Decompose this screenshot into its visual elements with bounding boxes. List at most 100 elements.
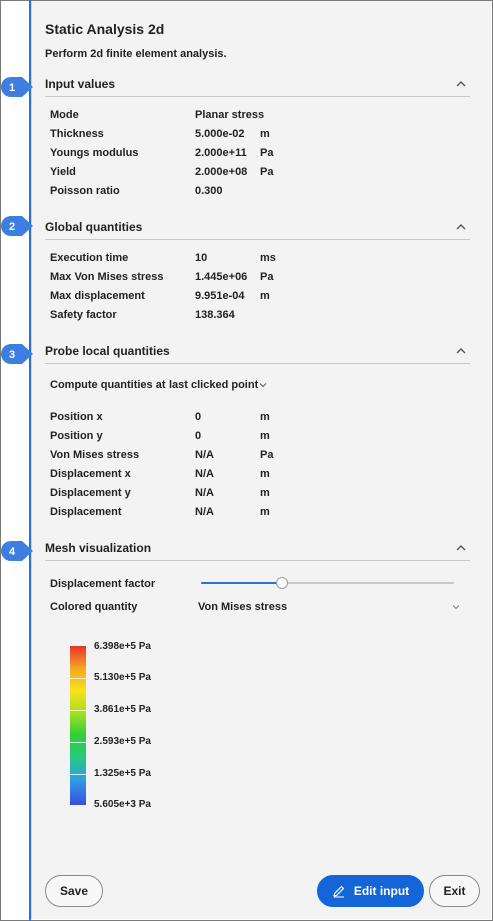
row-label: Displacement y [50,487,131,499]
callout-badge-4: 4 [1,541,33,561]
section-header-mesh-visualization[interactable]: Mesh visualization [45,539,470,561]
row-unit: m [260,290,270,302]
edit-input-button[interactable]: Edit input [317,875,424,907]
chevron-up-icon[interactable] [454,344,468,358]
row-label: Youngs modulus [50,147,139,159]
row-unit: Pa [260,147,274,159]
section-header-input-values[interactable]: Input values [45,75,470,97]
displacement-factor-row: Displacement factor [50,578,470,594]
chevron-up-icon[interactable] [454,220,468,234]
pencil-icon [333,885,344,898]
colored-quantity-label: Colored quantity [50,601,138,613]
page-title: Static Analysis 2d [45,21,165,37]
row-label: Position x [50,411,103,423]
row-unit: Pa [260,449,274,461]
row-value: 9.951e-04 [195,290,245,302]
row-label: Von Mises stress [50,449,140,461]
compute-quantities-select[interactable]: last clicked point [169,379,258,391]
row-label: Thickness [50,128,104,140]
section-title-global-quantities: Global quantities [45,220,143,234]
row-value: N/A [195,468,214,480]
list-item: Displacement y N/A m [50,487,470,503]
list-item: Youngs modulus 2.000e+11 Pa [50,147,470,163]
color-legend-bar [70,646,86,805]
callout-number-3: 3 [9,349,15,361]
section-header-global-quantities[interactable]: Global quantities [45,218,470,240]
list-item: Position x 0 m [50,411,470,427]
slider-thumb[interactable] [276,577,288,589]
section-header-probe-local-quantities[interactable]: Probe local quantities [45,342,470,364]
row-unit: Pa [260,271,274,283]
color-legend-tick [70,710,86,711]
row-unit: m [260,430,270,442]
list-item: Execution time 10 ms [50,252,470,268]
list-item: Displacement x N/A m [50,468,470,484]
row-value: 0.300 [195,185,223,197]
list-item: Thickness 5.000e-02 m [50,128,470,144]
section-title-probe-local-quantities: Probe local quantities [45,344,170,358]
color-legend-tick [70,742,86,743]
save-button-label: Save [59,884,89,898]
row-unit: m [260,506,270,518]
row-value: 1.445e+06 [195,271,248,283]
list-item: Yield 2.000e+08 Pa [50,166,470,182]
callout-badge-3: 3 [1,344,33,364]
row-label: Position y [50,430,103,442]
row-unit: m [260,468,270,480]
row-value: Planar stress [195,109,265,121]
row-label: Displacement [50,506,122,518]
edit-input-button-label: Edit input [353,884,410,898]
callout-badge-1: 1 [1,77,33,97]
list-item: Von Mises stress N/A Pa [50,449,470,465]
row-value: N/A [195,449,214,461]
row-label: Yield [50,166,76,178]
row-value: 0 [195,430,202,442]
list-item: Max Von Mises stress 1.445e+06 Pa [50,271,470,287]
list-item: Max displacement 9.951e-04 m [50,290,470,306]
displacement-factor-label: Displacement factor [50,578,156,590]
color-legend-tick [70,678,86,679]
row-label: Displacement x [50,468,131,480]
list-item: Poisson ratio 0.300 [50,185,470,201]
row-label: Execution time [50,252,129,264]
row-value: 138.364 [195,309,235,321]
displacement-factor-slider[interactable] [201,582,454,584]
list-item: Safety factor 138.364 [50,309,470,325]
chevron-up-icon[interactable] [454,541,468,555]
row-unit: m [260,128,270,140]
color-legend-label: 1.325e+5 Pa [94,768,151,779]
callout-badge-2: 2 [1,216,33,236]
row-value: N/A [195,487,214,499]
page-subtitle: Perform 2d finite element analysis. [45,48,227,60]
chevron-down-icon[interactable] [258,380,268,390]
list-item: Position y 0 m [50,430,470,446]
color-legend-label: 2.593e+5 Pa [94,736,151,747]
slider-fill [201,582,282,584]
section-title-mesh-visualization: Mesh visualization [45,541,152,555]
row-value: 10 [195,252,208,264]
callout-number-2: 2 [9,221,15,233]
section-title-input-values: Input values [45,77,116,91]
callout-number-4: 4 [9,546,16,558]
row-value: 5.000e-02 [195,128,245,140]
row-value: N/A [195,506,214,518]
row-value: 0 [195,411,202,423]
colored-quantity-select[interactable]: Von Mises stress [198,601,287,613]
exit-button-label: Exit [443,884,466,898]
compute-quantities-label: Compute quantities at [50,379,166,391]
list-item: Mode Planar stress [50,109,470,125]
exit-button[interactable]: Exit [429,875,480,907]
row-value: 2.000e+11 [195,147,247,159]
color-legend-label: 5.130e+5 Pa [94,672,151,683]
row-label: Poisson ratio [50,185,120,197]
chevron-up-icon[interactable] [454,77,468,91]
callout-number-1: 1 [9,82,15,94]
save-button[interactable]: Save [45,875,103,907]
row-unit: Pa [260,166,274,178]
chevron-down-icon[interactable] [451,602,461,612]
color-legend-tick [70,774,86,775]
row-label: Max Von Mises stress [50,271,164,283]
row-value: 2.000e+08 [195,166,248,178]
row-unit: m [260,411,270,423]
color-legend-label: 3.861e+5 Pa [94,704,151,715]
